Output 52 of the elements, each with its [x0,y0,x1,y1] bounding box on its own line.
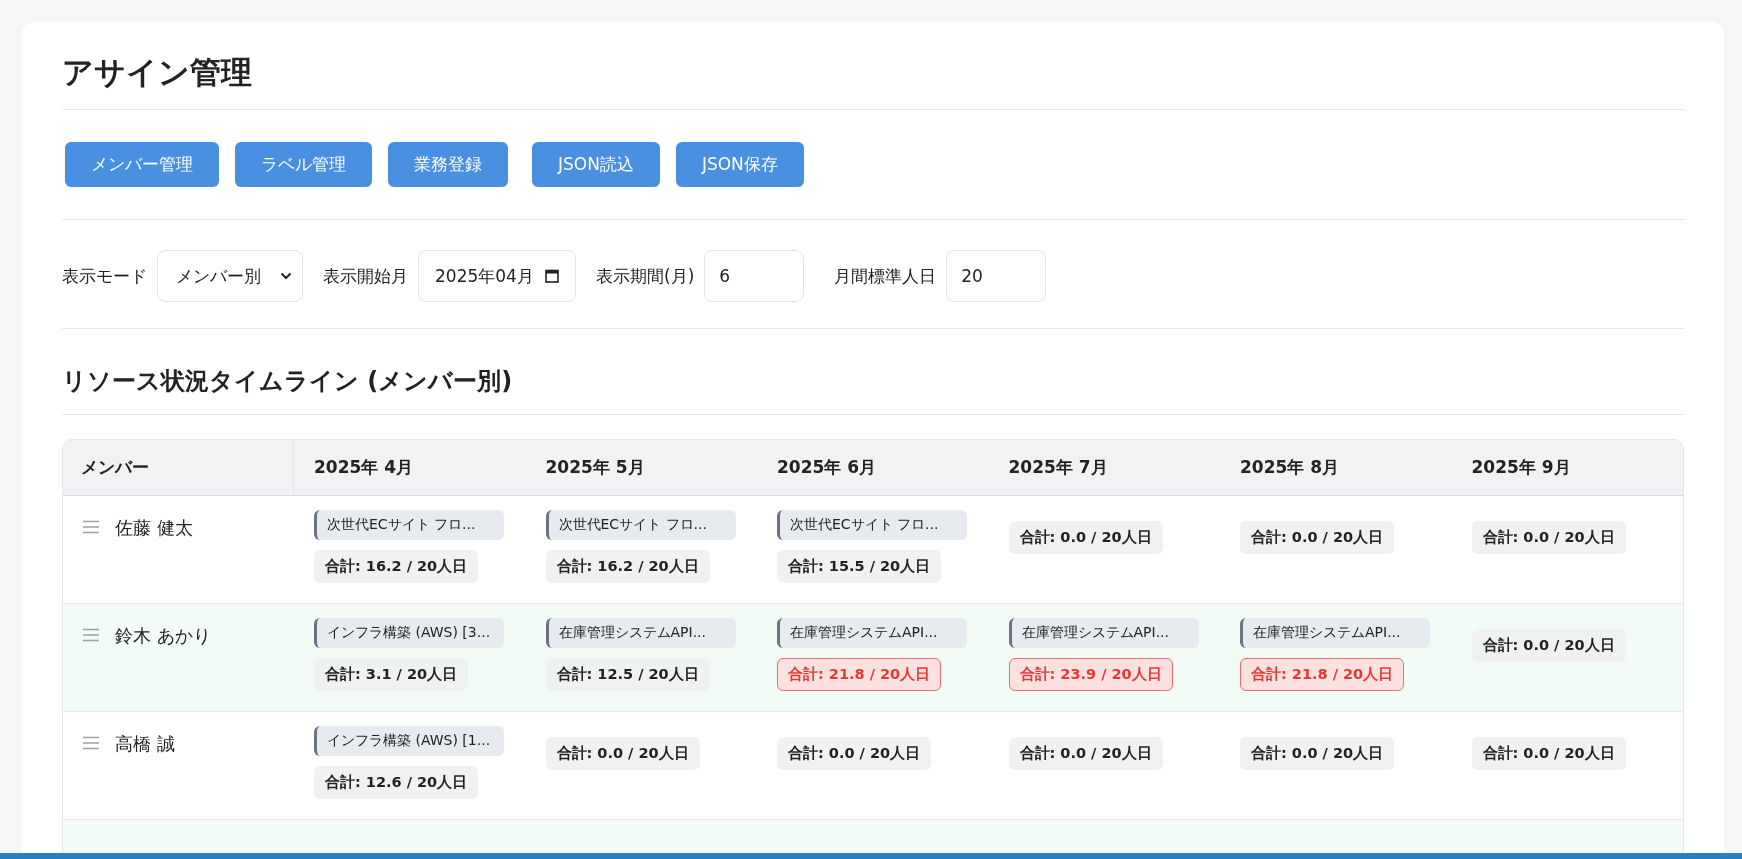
total-badge: 合計: 12.5 / 20人日 [545,658,710,691]
column-header: 2025年 8月 [1239,456,1341,479]
total-badge: 合計: 0.0 / 20人日 [1471,521,1626,554]
column-header: 2025年 5月 [544,456,646,479]
task-chip[interactable]: 在庫管理システムAPI... [545,618,736,648]
total-badge: 合計: 0.0 / 20人日 [777,737,932,770]
chevron-down-icon [280,272,292,281]
start-month-field[interactable]: 2025年04月 [418,250,576,303]
total-badge: 合計: 21.8 / 20人日 [777,658,942,691]
total-badge: 合計: 0.0 / 20人日 [1471,737,1626,770]
calendar-icon [545,269,559,284]
mode-label: 表示モード [62,264,147,288]
start-month-label: 表示開始月 [323,264,408,288]
task-chip[interactable]: 次世代ECサイト フロ... [314,510,504,540]
column-header: 2025年 7月 [1007,456,1109,479]
section-title: リソース状況タイムライン (メンバー別) [62,367,514,396]
total-badge: 合計: 21.8 / 20人日 [1240,658,1405,691]
task-chip[interactable]: 次世代ECサイト フロ... [545,510,736,540]
task-chip[interactable]: 在庫管理システムAPI... [777,618,967,648]
total-badge: 合計: 0.0 / 20人日 [1240,521,1395,554]
total-badge: 合計: 23.9 / 20人日 [1008,658,1173,691]
page-title: アサイン管理 [62,54,253,92]
task-chip[interactable]: 次世代ECサイト フロ... [777,510,967,540]
standard-days-field[interactable]: 20 [946,250,1047,303]
period-label: 表示期間(月) [596,264,695,288]
total-badge: 合計: 12.6 / 20人日 [314,766,479,799]
total-badge: 合計: 16.2 / 20人日 [314,550,479,583]
total-badge: 合計: 3.1 / 20人日 [314,658,469,691]
column-header: 2025年 9月 [1470,456,1572,479]
column-header: メンバー [63,440,294,495]
period-field[interactable]: 6 [704,250,805,303]
mode-select[interactable]: メンバー別 [157,250,303,303]
task-chip[interactable]: 在庫管理システムAPI... [1240,618,1430,648]
total-badge: 合計: 0.0 / 20人日 [545,737,700,770]
task-chip[interactable]: 在庫管理システムAPI... [1008,618,1199,648]
drag-handle-icon[interactable] [83,736,99,750]
total-badge: 合計: 0.0 / 20人日 [1008,521,1163,554]
column-header: 2025年 4月 [313,456,415,479]
member-name: 鈴木 あかり [115,624,211,648]
total-badge: 合計: 0.0 / 20人日 [1471,629,1626,662]
total-badge: 合計: 16.2 / 20人日 [545,550,710,583]
total-badge: 合計: 0.0 / 20人日 [1008,737,1163,770]
member-name: 佐藤 健太 [115,516,193,540]
task-chip[interactable]: インフラ構築 (AWS) [3... [314,618,504,648]
drag-handle-icon[interactable] [83,520,99,534]
total-badge: 合計: 15.5 / 20人日 [777,550,942,583]
total-badge: 合計: 0.0 / 20人日 [1240,737,1395,770]
drag-handle-icon[interactable] [83,628,99,642]
member-name: 高橋 誠 [115,732,175,756]
column-header: 2025年 6月 [776,456,878,479]
standard-days-label: 月間標準人日 [834,264,937,288]
task-chip[interactable]: インフラ構築 (AWS) [1... [314,726,504,756]
